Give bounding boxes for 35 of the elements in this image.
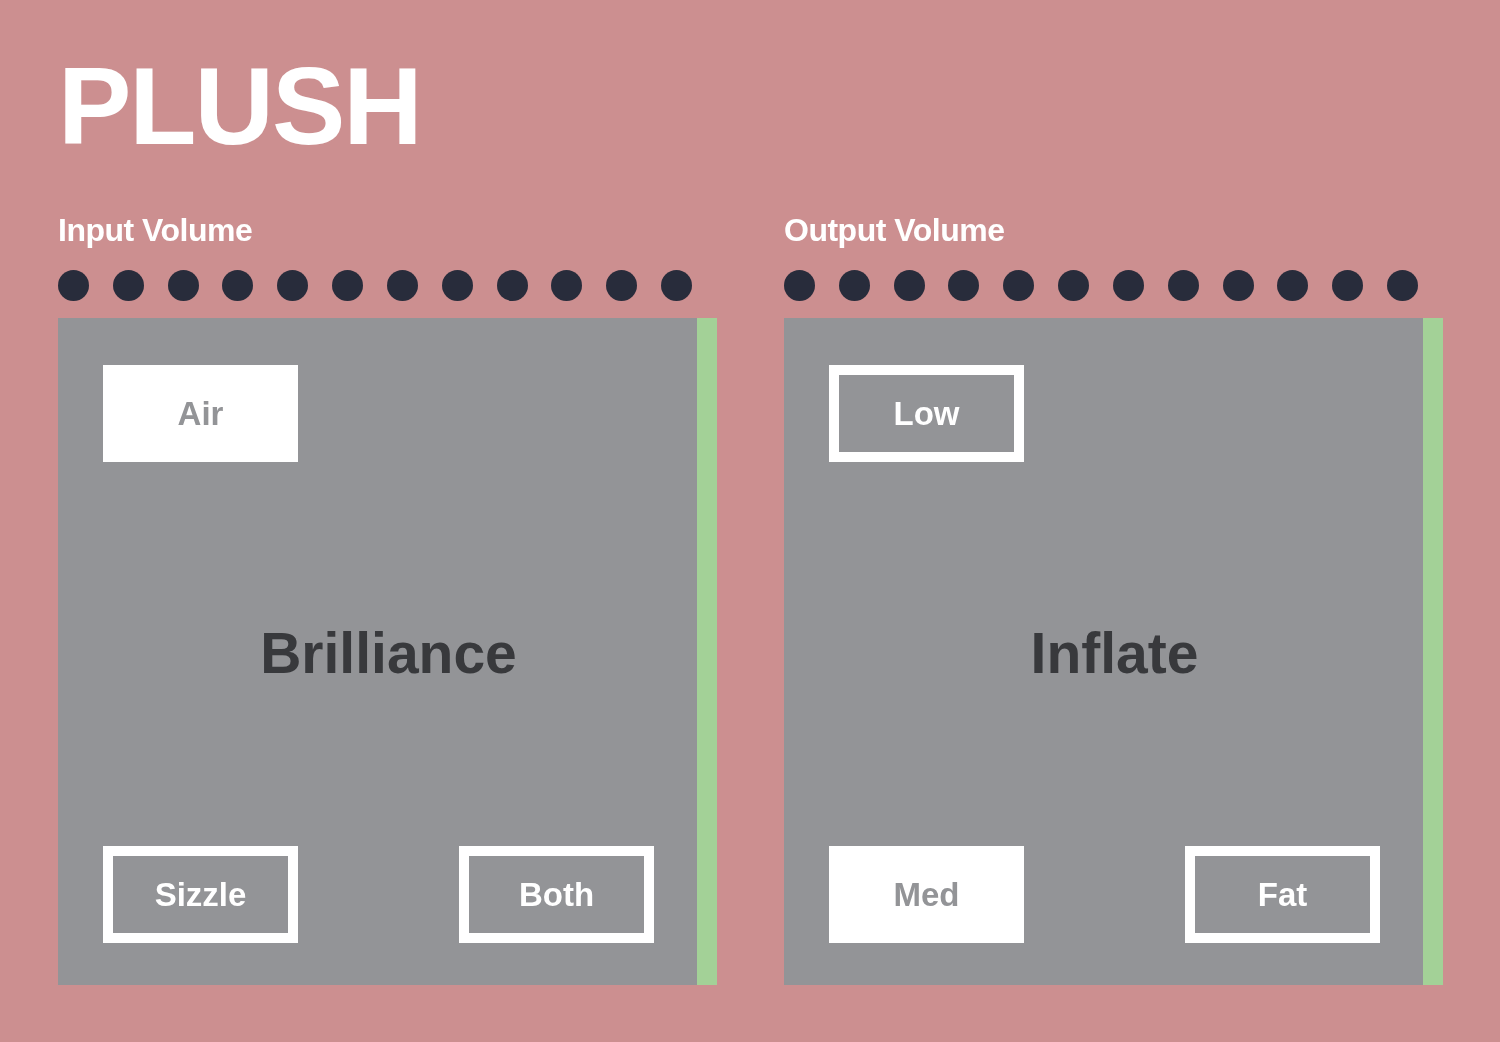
dot-icon	[441, 270, 473, 301]
dot-icon	[893, 270, 925, 301]
option-button[interactable]: Sizzle	[103, 846, 298, 943]
dot-icon	[386, 270, 418, 301]
dot-icon	[1003, 270, 1035, 301]
section-label: Input Volume	[58, 211, 253, 250]
dot-icon	[277, 270, 309, 301]
dot-icon	[838, 270, 870, 301]
dot-icon	[660, 270, 692, 301]
dot-icon	[1167, 270, 1199, 301]
option-button[interactable]: Low	[829, 365, 1024, 462]
dot-icon	[784, 270, 815, 301]
option-button[interactable]: Fat	[1185, 846, 1380, 943]
dot-icon	[112, 270, 144, 301]
option-button[interactable]: Med	[829, 846, 1024, 943]
panel-title: Brilliance	[260, 621, 517, 687]
option-button[interactable]: Both	[459, 846, 654, 943]
dot-icon	[1222, 270, 1254, 301]
dot-icon	[606, 270, 638, 301]
section-label: Output Volume	[784, 211, 1005, 250]
dot-icon	[332, 270, 364, 301]
dot-icon	[551, 270, 583, 301]
dot-icon	[1386, 270, 1418, 301]
dot-icon	[1332, 270, 1364, 301]
dot-icon	[58, 270, 89, 301]
app-title: PLUSH	[58, 51, 421, 161]
dot-icon	[1112, 270, 1144, 301]
dot-icon	[1277, 270, 1309, 301]
option-button[interactable]: Air	[103, 365, 298, 462]
panel-title: Inflate	[1030, 621, 1199, 687]
dot-icon	[948, 270, 980, 301]
dot-icon	[1058, 270, 1090, 301]
dot-icon	[496, 270, 528, 301]
dot-icon	[167, 270, 199, 301]
dot-icon	[222, 270, 254, 301]
